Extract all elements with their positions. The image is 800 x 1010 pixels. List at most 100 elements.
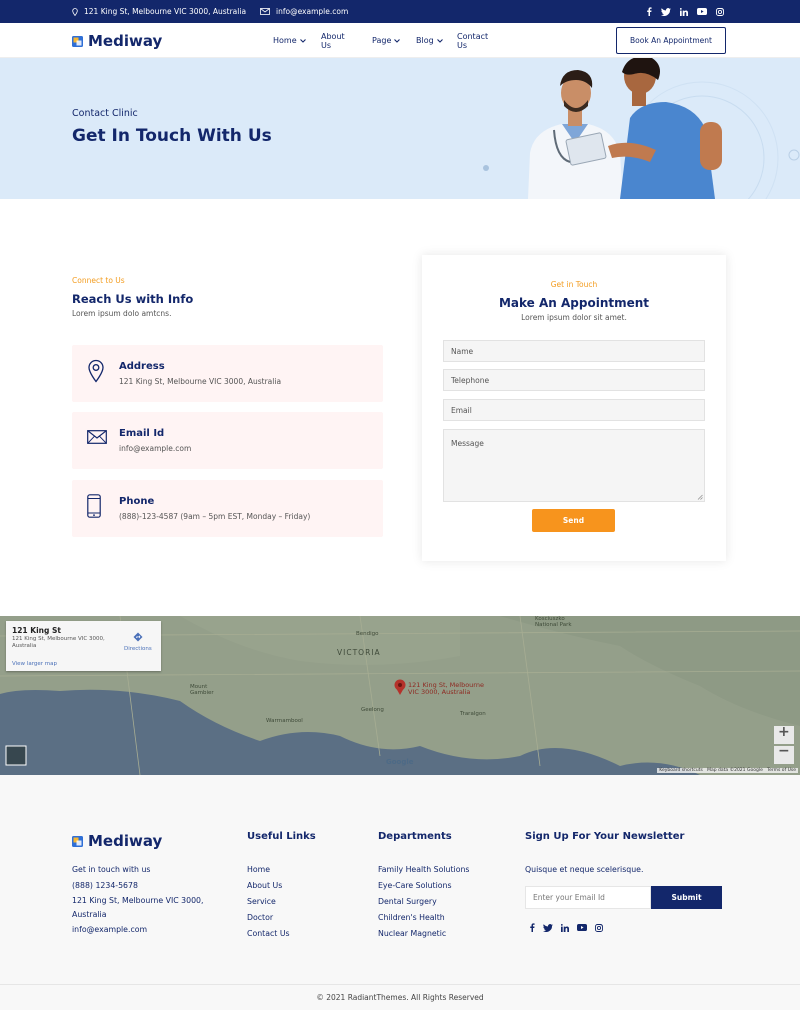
footer-contact-line[interactable]: info@example.com bbox=[72, 925, 147, 934]
google-watermark: Google bbox=[386, 758, 414, 766]
footer-link-home[interactable]: Home bbox=[247, 865, 270, 874]
footer-dept-link[interactable]: Children's Health bbox=[378, 913, 445, 922]
topbar-email-text: info@example.com bbox=[276, 7, 349, 16]
map-region-label: VICTORIA bbox=[337, 648, 381, 657]
directions-link[interactable]: Directions bbox=[124, 627, 152, 652]
nav-home[interactable]: Home bbox=[273, 36, 306, 45]
name-input[interactable]: Name bbox=[443, 340, 705, 362]
chevron-down-icon bbox=[436, 38, 443, 43]
form-title: Make An Appointment bbox=[498, 296, 650, 310]
footer-dept-link[interactable]: Eye-Care Solutions bbox=[378, 881, 452, 890]
map-info-card: 121 King St 121 King St, Melbourne VIC 3… bbox=[6, 621, 161, 671]
zoom-out-button[interactable]: − bbox=[778, 743, 790, 759]
directions-icon bbox=[133, 632, 143, 642]
facebook-icon[interactable] bbox=[646, 7, 652, 16]
directions-label: Directions bbox=[124, 646, 152, 652]
message-textarea[interactable]: Message bbox=[443, 429, 705, 502]
message-placeholder: Message bbox=[451, 439, 484, 448]
youtube-icon[interactable] bbox=[577, 924, 587, 931]
map-pin-icon bbox=[72, 7, 78, 16]
hero-kicker: Contact Clinic bbox=[72, 108, 138, 119]
email-input[interactable]: Email bbox=[443, 399, 705, 421]
telephone-input[interactable]: Telephone bbox=[443, 369, 705, 391]
twitter-icon[interactable] bbox=[661, 7, 671, 16]
map-marker-label: 121 King St, Melbourne VIC 3000, Austral… bbox=[408, 681, 484, 696]
resize-handle-icon[interactable] bbox=[697, 494, 703, 500]
footer-dept-link[interactable]: Family Health Solutions bbox=[378, 865, 469, 874]
site-logo[interactable]: Mediway bbox=[72, 32, 162, 50]
twitter-icon[interactable] bbox=[543, 923, 553, 932]
instagram-icon[interactable] bbox=[595, 923, 603, 932]
address-card: Address 121 King St, Melbourne VIC 3000,… bbox=[72, 345, 383, 402]
footer-link-contact[interactable]: Contact Us bbox=[247, 929, 290, 938]
nav-page-label: Page bbox=[372, 36, 392, 45]
email-card: Email Id info@example.com bbox=[72, 412, 383, 469]
phone-card-detail[interactable]: (888)-123-4587 (9am – 5pm EST, Monday – … bbox=[119, 512, 310, 521]
envelope-icon bbox=[260, 8, 270, 15]
instagram-icon[interactable] bbox=[716, 7, 724, 16]
email-card-detail[interactable]: info@example.com bbox=[119, 444, 191, 453]
footer-contact-line[interactable]: (888) 1234-5678 bbox=[72, 881, 138, 890]
linkedin-icon[interactable] bbox=[561, 923, 569, 932]
nav-contact[interactable]: Contact Us bbox=[457, 32, 488, 50]
phone-card: Phone (888)-123-4587 (9am – 5pm EST, Mon… bbox=[72, 480, 383, 537]
topbar-social bbox=[646, 0, 724, 23]
facebook-icon[interactable] bbox=[529, 923, 535, 932]
footer-contact-line: 121 King St, Melbourne VIC 3000, bbox=[72, 896, 204, 905]
linkedin-icon[interactable] bbox=[680, 7, 688, 16]
hero-title: Get In Touch With Us bbox=[72, 126, 272, 146]
footer-dept-link[interactable]: Nuclear Magnetic bbox=[378, 929, 446, 938]
map-place-address: 121 King St, Melbourne VIC 3000, Austral… bbox=[12, 636, 105, 649]
nav-contact-label: Contact Us bbox=[457, 31, 489, 50]
google-map[interactable]: VICTORIA Bendigo Warrnambool Geelong Tra… bbox=[0, 616, 800, 775]
newsletter-email-input[interactable]: Enter your Email Id bbox=[525, 886, 651, 909]
chevron-down-icon bbox=[394, 38, 401, 43]
topbar-address: 121 King St, Melbourne VIC 3000, Austral… bbox=[72, 0, 246, 23]
map-attribution[interactable]: Keyboard shortcuts Map data ©2021 Google… bbox=[657, 768, 798, 773]
map-town-label: Bendigo bbox=[356, 631, 379, 637]
newsletter-title: Sign Up For Your Newsletter bbox=[525, 831, 685, 842]
footer-dept-link[interactable]: Dental Surgery bbox=[378, 897, 437, 906]
footer-social bbox=[529, 923, 603, 932]
contact-title: Reach Us with Info bbox=[72, 292, 194, 306]
doctors-hero-illustration bbox=[483, 58, 800, 199]
map-town-label: Geelong bbox=[361, 707, 384, 713]
logo-mark-icon bbox=[72, 835, 83, 847]
view-larger-map-link[interactable]: View larger map bbox=[12, 661, 57, 667]
address-card-title: Address bbox=[119, 361, 165, 372]
footer-contact-line: Get in touch with us bbox=[72, 865, 151, 874]
footer-contact-line: Australia bbox=[72, 910, 107, 919]
address-card-detail: 121 King St, Melbourne VIC 3000, Austral… bbox=[119, 377, 282, 386]
phone-card-title: Phone bbox=[119, 496, 155, 507]
map-pin-icon bbox=[88, 359, 104, 383]
newsletter-submit-button[interactable]: Submit bbox=[651, 886, 722, 909]
nav-blog[interactable]: Blog bbox=[416, 36, 443, 45]
youtube-icon[interactable] bbox=[697, 8, 707, 15]
book-appointment-button[interactable]: Book An Appointment bbox=[616, 27, 726, 54]
nav-about[interactable]: About Us bbox=[321, 32, 345, 50]
top-info-bar: 121 King St, Melbourne VIC 3000, Austral… bbox=[0, 0, 800, 23]
send-button[interactable]: Send bbox=[532, 509, 615, 532]
nav-home-label: Home bbox=[273, 36, 297, 45]
logo-text: Mediway bbox=[88, 32, 163, 50]
useful-links-title: Useful Links bbox=[247, 831, 316, 842]
footer-link-service[interactable]: Service bbox=[247, 897, 276, 906]
footer-logo[interactable]: Mediway bbox=[72, 832, 162, 850]
copyright-text: © 2021 RadiantThemes. All Rights Reserve… bbox=[0, 984, 800, 1010]
email-card-title: Email Id bbox=[119, 428, 165, 439]
appointment-form: Get in Touch Make An Appointment Lorem i… bbox=[422, 255, 726, 561]
footer-link-doctor[interactable]: Doctor bbox=[247, 913, 273, 922]
page-hero: Contact Clinic Get In Touch With Us bbox=[0, 58, 800, 199]
nav-page[interactable]: Page bbox=[372, 36, 401, 45]
newsletter-text: Quisque et neque scelerisque. bbox=[525, 865, 644, 874]
contact-kicker: Connect to Us bbox=[72, 276, 125, 285]
site-footer: Mediway Get in touch with us (888) 1234-… bbox=[0, 775, 800, 1010]
topbar-email[interactable]: info@example.com bbox=[260, 0, 348, 23]
map-town-label: Warrnambool bbox=[266, 718, 303, 724]
chevron-down-icon bbox=[299, 38, 306, 43]
site-header: Mediway Home About Us Page Blog Contact … bbox=[0, 23, 800, 58]
footer-link-about[interactable]: About Us bbox=[247, 881, 282, 890]
map-place-title: 121 King St bbox=[12, 626, 61, 635]
zoom-in-button[interactable]: + bbox=[778, 724, 790, 740]
nav-blog-label: Blog bbox=[416, 36, 434, 45]
